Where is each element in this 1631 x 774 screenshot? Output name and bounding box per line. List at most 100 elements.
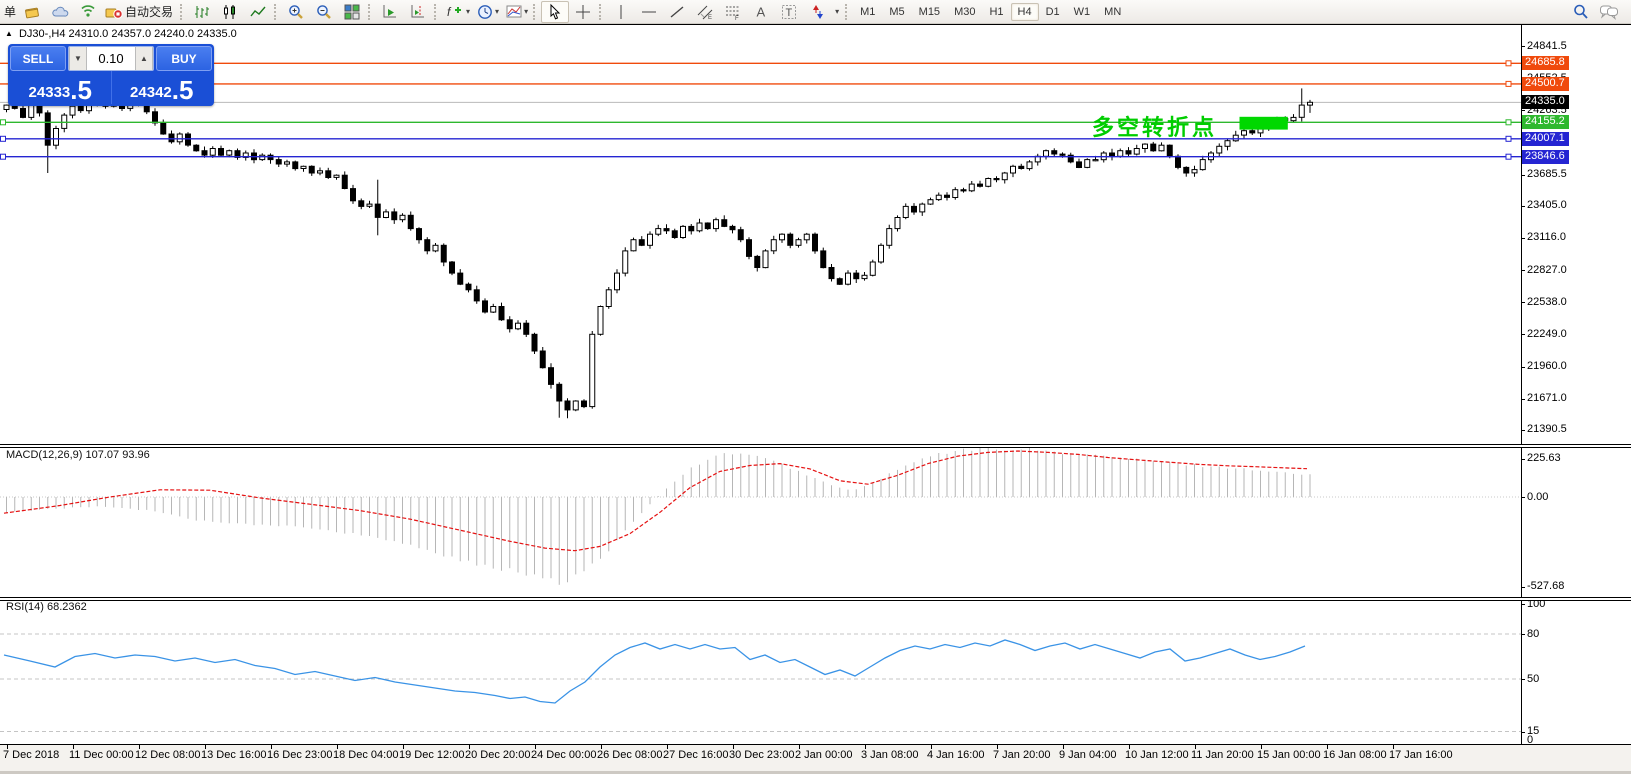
candle-body (202, 151, 207, 155)
text-label-tool-icon[interactable]: T (775, 1, 803, 23)
candle-body (639, 240, 644, 246)
line-handle[interactable] (1506, 81, 1511, 86)
candle-body (755, 256, 760, 267)
time-axis-label: 7 Jan 20:00 (993, 749, 1051, 761)
trendline-tool-icon[interactable] (663, 1, 691, 23)
candle-body (763, 251, 768, 268)
rsi-chart[interactable] (0, 601, 1521, 744)
fibonacci-tool-icon[interactable]: F (719, 1, 747, 23)
bar-chart-mode-icon[interactable] (188, 1, 216, 23)
zoom-in-icon[interactable] (282, 1, 310, 23)
collapse-arrow-icon[interactable]: ▲ (5, 29, 13, 38)
candle-body (309, 166, 314, 173)
line-handle[interactable] (1, 154, 6, 159)
price-tick-mark (1521, 270, 1525, 271)
macd-value-main: 107.07 (85, 449, 119, 461)
search-icon[interactable] (1567, 1, 1595, 23)
periods-button[interactable]: ▾ (473, 1, 502, 23)
chat-icon[interactable] (1595, 1, 1623, 23)
candle-body (466, 284, 471, 290)
trade-history-icon[interactable] (18, 1, 46, 23)
timeframe-d1[interactable]: D1 (1039, 3, 1067, 21)
volume-increase-button[interactable]: ▲ (135, 47, 153, 70)
candle-body (920, 204, 925, 212)
candle-body (194, 145, 199, 151)
bar-open: 24310.0 (69, 28, 109, 40)
volume-input[interactable]: 0.10 (87, 47, 135, 70)
line-handle[interactable] (1506, 154, 1511, 159)
line-handle[interactable] (1506, 136, 1511, 141)
line-handle[interactable] (1506, 61, 1511, 66)
sell-price[interactable]: 24333 .5 (10, 71, 112, 104)
line-handle[interactable] (1506, 120, 1511, 125)
panel-splitter[interactable] (0, 444, 1631, 448)
line-handle[interactable] (1, 136, 6, 141)
candle-body (1085, 160, 1090, 168)
candle-body (227, 151, 232, 155)
buy-button[interactable]: BUY (156, 46, 212, 71)
timeframe-mn[interactable]: MN (1097, 3, 1128, 21)
candle-body (1176, 156, 1181, 167)
time-axis-label: 12 Dec 08:00 (135, 749, 200, 761)
timeframe-m1[interactable]: M1 (853, 3, 882, 21)
bar-high: 24357.0 (111, 28, 151, 40)
timeframe-m30[interactable]: M30 (947, 3, 982, 21)
text-tool-icon[interactable]: A (747, 1, 775, 23)
sell-button[interactable]: SELL (10, 46, 66, 71)
equidistant-channel-tool-icon[interactable]: E (691, 1, 719, 23)
toolbar-overflow-dropdown[interactable]: ▾ (835, 7, 839, 16)
candle-body (986, 179, 991, 187)
templates-button[interactable]: ▾ (502, 1, 531, 23)
line-chart-mode-icon[interactable] (244, 1, 272, 23)
timeframe-w1[interactable]: W1 (1067, 3, 1098, 21)
candle-body (375, 204, 380, 217)
new-order-button[interactable]: 单 (2, 3, 18, 20)
auto-scroll-icon[interactable] (376, 1, 404, 23)
toolbar-grip (180, 4, 184, 20)
candle-body (615, 273, 620, 290)
candle-body (1143, 144, 1148, 148)
candle-body (549, 368, 554, 385)
candle-body (821, 251, 826, 268)
price-chart[interactable] (0, 24, 1521, 444)
time-axis-label: 9 Jan 04:00 (1059, 749, 1117, 761)
tile-windows-icon[interactable] (338, 1, 366, 23)
arrows-tool-icon[interactable] (803, 1, 831, 23)
candle-body (70, 106, 75, 115)
candlestick-mode-icon[interactable] (216, 1, 244, 23)
candle-body (837, 279, 842, 285)
volume-decrease-button[interactable]: ▼ (69, 47, 87, 70)
candle-body (994, 179, 999, 180)
candle-body (326, 171, 331, 178)
autotrade-button[interactable]: 自动交易 (102, 1, 178, 23)
line-handle[interactable] (1, 120, 6, 125)
timeframe-m15[interactable]: M15 (912, 3, 947, 21)
candle-body (483, 301, 488, 312)
candle-body (879, 245, 884, 262)
rsi-line (4, 640, 1305, 703)
zoom-out-icon[interactable] (310, 1, 338, 23)
svg-text:F: F (735, 16, 739, 21)
vertical-line-tool-icon[interactable] (607, 1, 635, 23)
signal-icon[interactable] (74, 1, 102, 23)
candle-body (1299, 105, 1304, 117)
panel-splitter[interactable] (0, 597, 1631, 601)
timeframe-m5[interactable]: M5 (882, 3, 911, 21)
macd-chart[interactable] (0, 448, 1521, 597)
news-cloud-icon[interactable] (46, 1, 74, 23)
highlight-zone[interactable] (1240, 117, 1288, 130)
chart-shift-icon[interactable] (404, 1, 432, 23)
price-tick-label: 22827.0 (1527, 264, 1567, 276)
crosshair-tool-icon[interactable] (569, 1, 597, 23)
price-tick-label: 23685.5 (1527, 168, 1567, 180)
timeframe-h4[interactable]: H4 (1011, 3, 1039, 21)
indicators-button[interactable]: f▾ (442, 1, 473, 23)
timeframe-h1[interactable]: H1 (982, 3, 1010, 21)
toolbar-grip (434, 4, 438, 20)
buy-price[interactable]: 24342 .5 (112, 71, 213, 104)
horizontal-line-tool-icon[interactable] (635, 1, 663, 23)
time-axis[interactable]: 7 Dec 201811 Dec 00:0012 Dec 08:0013 Dec… (0, 745, 1631, 774)
cursor-tool-icon[interactable] (541, 1, 569, 23)
candle-body (334, 175, 339, 177)
candle-body (342, 175, 347, 188)
